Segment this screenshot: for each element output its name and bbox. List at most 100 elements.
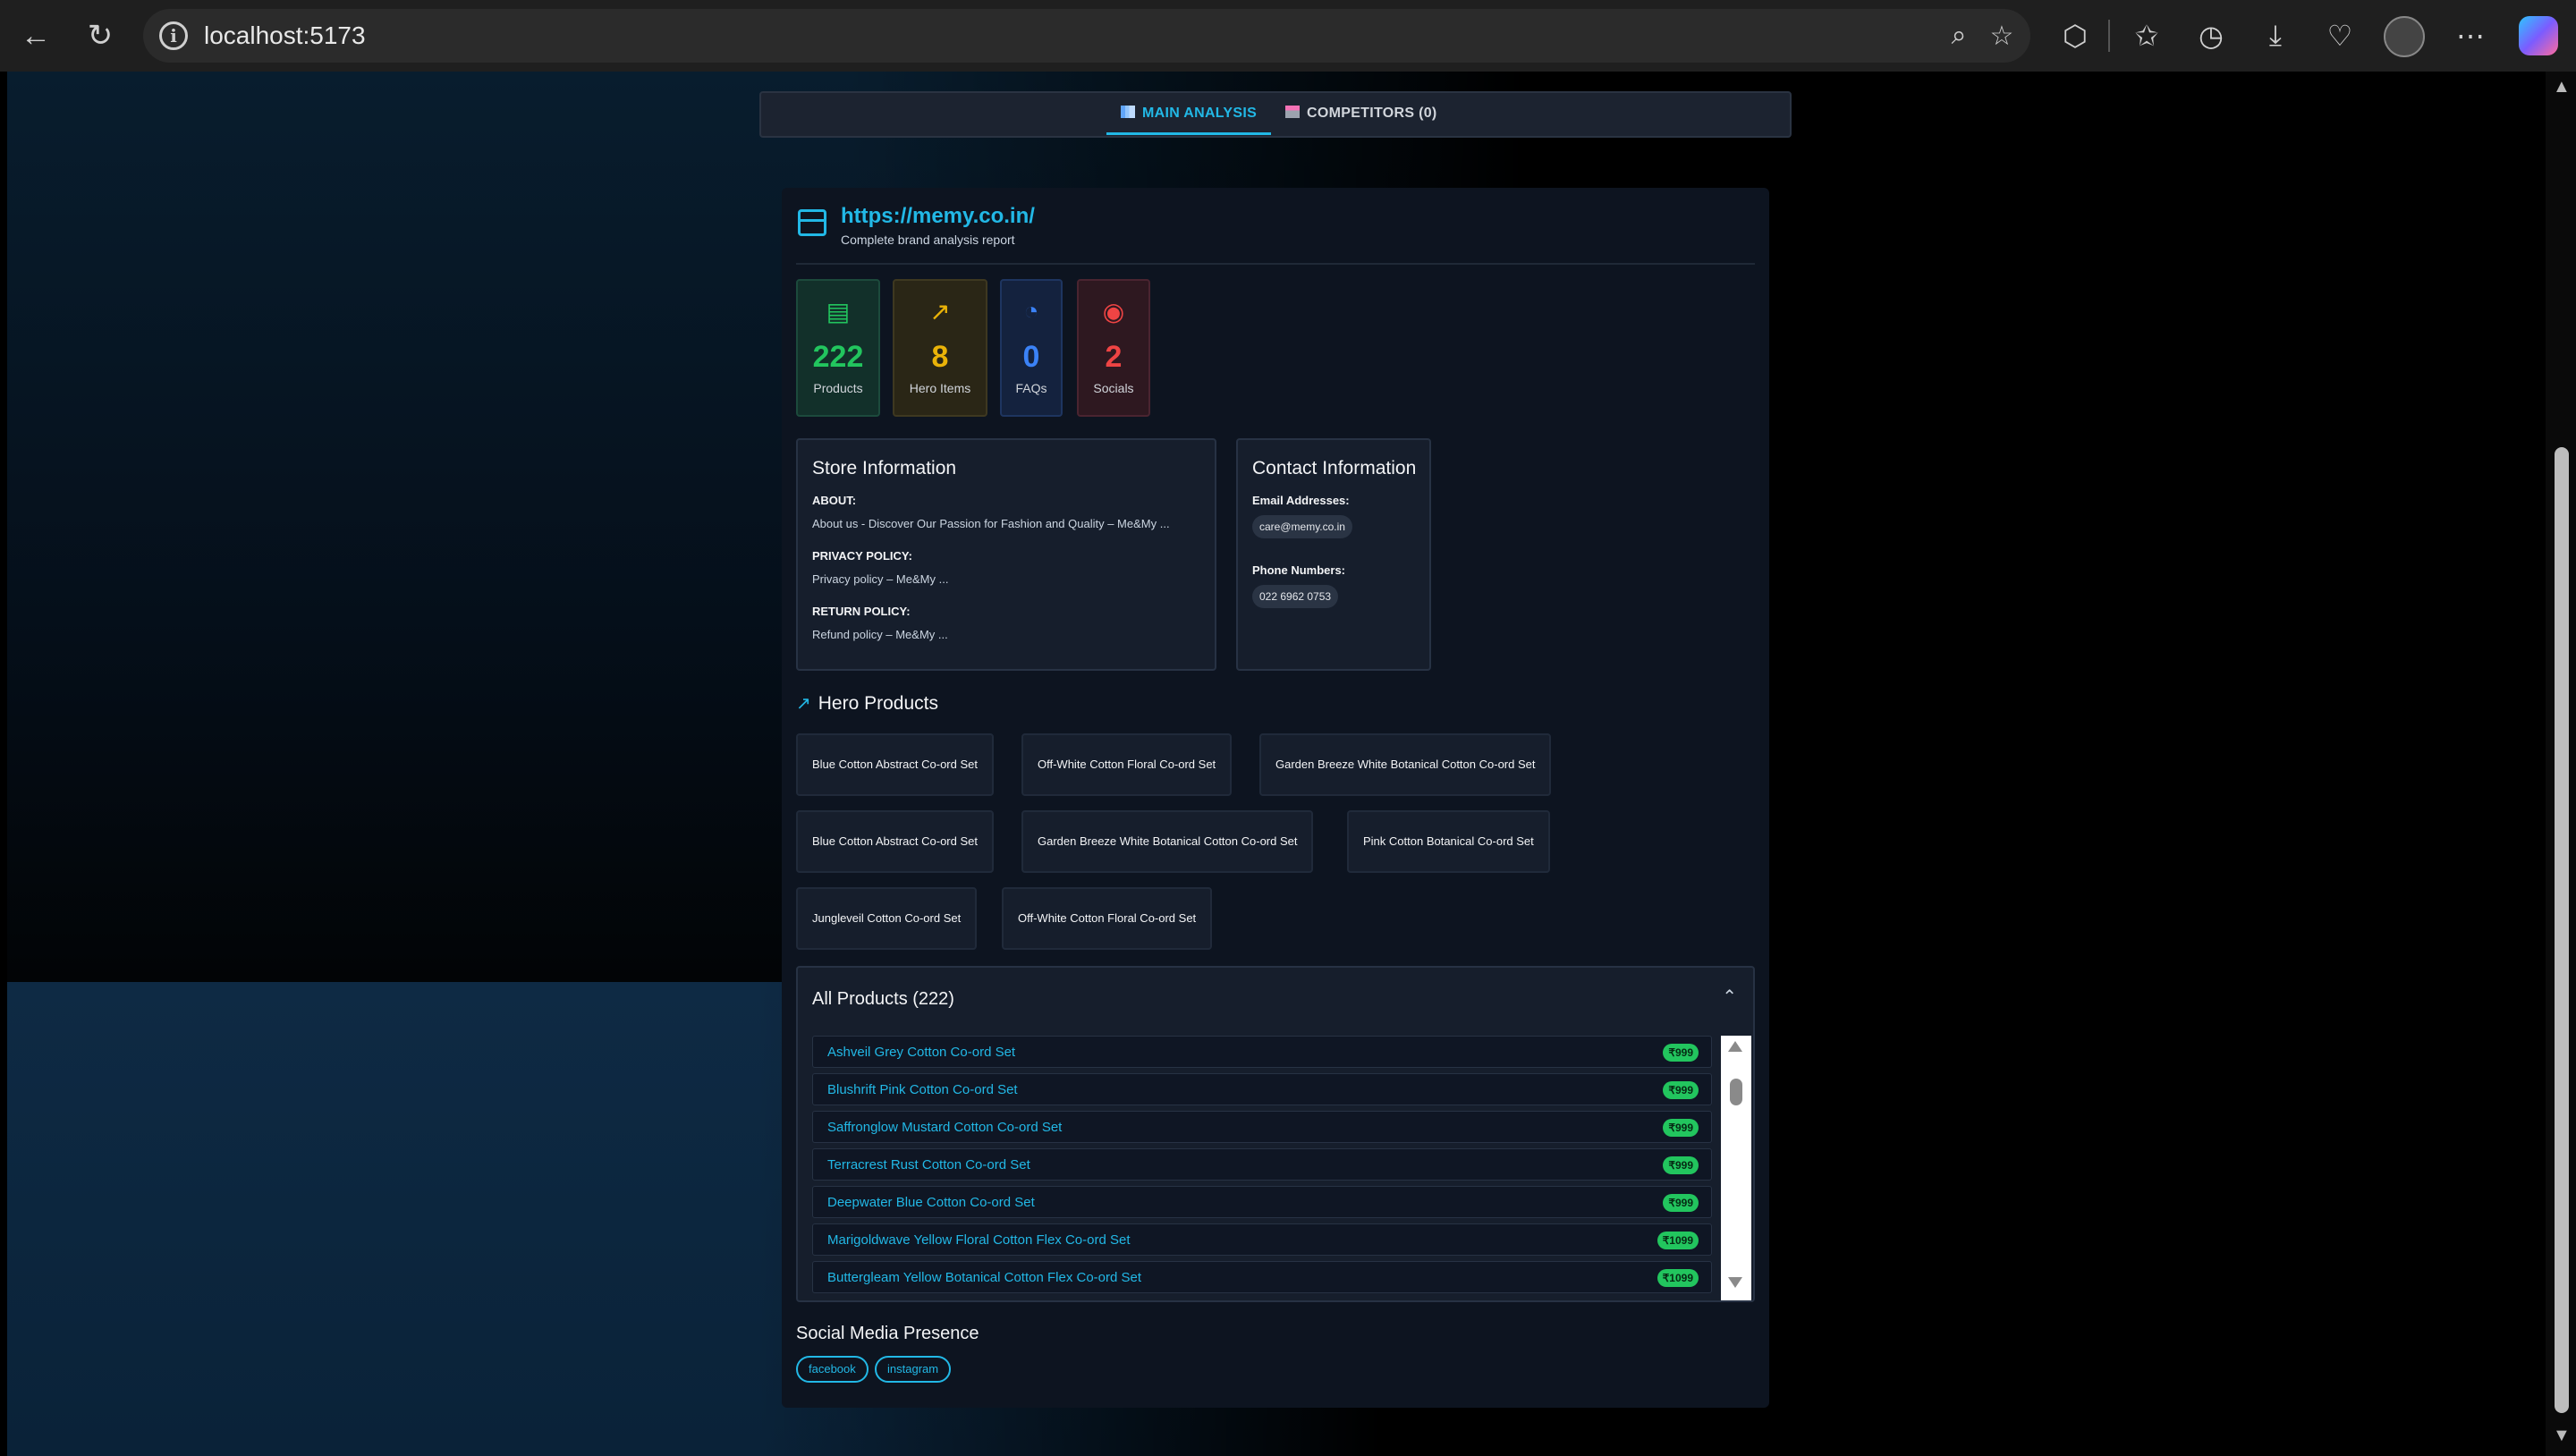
- hero-product-item[interactable]: Off-White Cotton Floral Co-ord Set: [1002, 887, 1213, 950]
- about-label: ABOUT:: [812, 494, 857, 507]
- about-value: About us - Discover Our Passion for Fash…: [812, 517, 1170, 530]
- email-pill[interactable]: care@memy.co.in: [1252, 515, 1352, 538]
- stat-value: 222: [812, 340, 864, 374]
- analysis-tabs: MAIN ANALYSIS COMPETITORS (0): [759, 91, 1792, 138]
- bar-chart-icon: ▤: [826, 298, 851, 326]
- product-row[interactable]: Ashveil Grey Cotton Co-ord Set ₹999: [812, 1036, 1712, 1068]
- store-icon: [1285, 106, 1300, 118]
- hero-product-item[interactable]: Garden Breeze White Botanical Cotton Co-…: [1259, 733, 1552, 796]
- zoom-icon[interactable]: ⌕: [1941, 18, 1977, 54]
- return-label: RETURN POLICY:: [812, 605, 911, 618]
- browser-toolbar: ← ↻ i localhost:5173 ⌕ ☆ ⬡ ✩ ◷ ⤓ ♡ ⋯: [0, 0, 2576, 72]
- product-name[interactable]: Terracrest Rust Cotton Co-ord Set: [827, 1157, 1030, 1172]
- product-name[interactable]: Ashveil Grey Cotton Co-ord Set: [827, 1045, 1015, 1060]
- site-info-icon[interactable]: i: [159, 21, 188, 50]
- hero-product-item[interactable]: Pink Cotton Botanical Co-ord Set: [1347, 810, 1550, 873]
- stat-card-hero-items: ↗ 8 Hero Items: [893, 279, 987, 417]
- store-information-card: Store Information ABOUT: About us - Disc…: [796, 438, 1216, 671]
- eye-icon: ◉: [1102, 298, 1125, 326]
- speedometer-icon: ◔: [1023, 297, 1039, 325]
- product-row[interactable]: Blushrift Pink Cotton Co-ord Set ₹999: [812, 1073, 1712, 1105]
- contact-information-card: Contact Information Email Addresses: car…: [1236, 438, 1431, 671]
- card-title: Store Information: [812, 458, 957, 478]
- hero-product-item[interactable]: Garden Breeze White Botanical Cotton Co-…: [1021, 810, 1314, 873]
- favorite-star-icon[interactable]: ☆: [1984, 18, 2020, 54]
- product-name[interactable]: Marigoldwave Yellow Floral Cotton Flex C…: [827, 1232, 1131, 1248]
- browser-health-icon[interactable]: ♡: [2320, 16, 2360, 55]
- history-icon[interactable]: ◷: [2191, 16, 2231, 55]
- favorites-icon[interactable]: ✩: [2127, 16, 2166, 55]
- hero-product-item[interactable]: Off-White Cotton Floral Co-ord Set: [1021, 733, 1233, 796]
- all-products-accordion: All Products (222) ⌃ Ashveil Grey Cotton…: [796, 966, 1755, 1302]
- card-title: Contact Information: [1252, 458, 1417, 478]
- product-row[interactable]: Terracrest Rust Cotton Co-ord Set ₹999: [812, 1148, 1712, 1181]
- product-name[interactable]: Buttergleam Yellow Botanical Cotton Flex…: [827, 1270, 1141, 1285]
- back-icon[interactable]: ←: [16, 16, 55, 55]
- extensions-icon[interactable]: ⬡: [2055, 16, 2095, 55]
- stat-card-products: ▤ 222 Products: [796, 279, 880, 417]
- product-name[interactable]: Blushrift Pink Cotton Co-ord Set: [827, 1082, 1018, 1097]
- hero-product-item[interactable]: Blue Cotton Abstract Co-ord Set: [796, 810, 994, 873]
- price-badge: ₹999: [1663, 1119, 1699, 1137]
- social-tag-facebook[interactable]: facebook: [796, 1356, 869, 1383]
- stat-value: 0: [1022, 340, 1040, 374]
- chart-icon: [1121, 106, 1135, 118]
- product-row[interactable]: Deepwater Blue Cotton Co-ord Set ₹999: [812, 1186, 1712, 1218]
- price-badge: ₹999: [1663, 1081, 1699, 1099]
- all-products-title[interactable]: All Products (222): [812, 989, 954, 1010]
- stat-label: Hero Items: [909, 381, 971, 395]
- analysis-panel: https://memy.co.in/ Complete brand analy…: [782, 188, 1769, 1408]
- price-badge: ₹999: [1663, 1156, 1699, 1174]
- address-url[interactable]: localhost:5173: [204, 21, 366, 50]
- price-badge: ₹1099: [1657, 1269, 1699, 1287]
- privacy-label: PRIVACY POLICY:: [812, 549, 912, 563]
- stat-value: 8: [931, 340, 949, 374]
- product-row[interactable]: Marigoldwave Yellow Floral Cotton Flex C…: [812, 1223, 1712, 1256]
- scroll-thumb[interactable]: [1730, 1079, 1742, 1105]
- stat-card-faqs: ◔ 0 FAQs: [1000, 279, 1063, 417]
- brand-url-link[interactable]: https://memy.co.in/: [841, 204, 1035, 229]
- stat-label: Products: [813, 381, 863, 395]
- scroll-thumb[interactable]: [2555, 447, 2569, 1413]
- phone-pill[interactable]: 022 6962 0753: [1252, 585, 1339, 608]
- return-value: Refund policy – Me&My ...: [812, 628, 948, 641]
- profile-avatar[interactable]: [2384, 16, 2425, 57]
- price-badge: ₹1099: [1657, 1232, 1699, 1249]
- product-row[interactable]: Buttergleam Yellow Botanical Cotton Flex…: [812, 1261, 1712, 1293]
- downloads-icon[interactable]: ⤓: [2256, 16, 2295, 55]
- stat-label: FAQs: [1015, 381, 1047, 395]
- chevron-up-icon[interactable]: ⌃: [1722, 986, 1737, 1008]
- copilot-icon[interactable]: [2519, 16, 2558, 55]
- address-bar[interactable]: i localhost:5173 ⌕ ☆: [143, 9, 2030, 63]
- phone-label: Phone Numbers:: [1252, 563, 1346, 577]
- more-menu-icon[interactable]: ⋯: [2451, 16, 2490, 55]
- product-name[interactable]: Deepwater Blue Cotton Co-ord Set: [827, 1195, 1035, 1210]
- trending-up-icon: ↗: [929, 298, 951, 326]
- toolbar-divider: [2108, 20, 2110, 52]
- tab-main-analysis[interactable]: MAIN ANALYSIS: [1106, 106, 1272, 135]
- hero-products-heading: ↗ Hero Products: [796, 693, 938, 714]
- product-list[interactable]: Ashveil Grey Cotton Co-ord Set ₹999 Blus…: [812, 1036, 1712, 1300]
- trending-up-icon: ↗: [796, 694, 811, 714]
- stat-value: 2: [1105, 340, 1123, 374]
- brand-subtitle: Complete brand analysis report: [841, 233, 1015, 247]
- scroll-up-icon[interactable]: [1728, 1041, 1742, 1052]
- product-list-scrollbar[interactable]: [1721, 1036, 1751, 1300]
- privacy-value: Privacy policy – Me&My ...: [812, 572, 949, 586]
- reload-icon[interactable]: ↻: [80, 16, 120, 55]
- storefront-icon: [798, 209, 826, 236]
- scroll-down-icon[interactable]: ▼: [2553, 1426, 2571, 1446]
- social-media-heading: Social Media Presence: [796, 1324, 979, 1343]
- hero-product-item[interactable]: Jungleveil Cotton Co-ord Set: [796, 887, 978, 950]
- hero-product-item[interactable]: Blue Cotton Abstract Co-ord Set: [796, 733, 994, 796]
- scroll-down-icon[interactable]: [1728, 1277, 1742, 1288]
- tab-competitors[interactable]: COMPETITORS (0): [1285, 106, 1437, 122]
- scroll-up-icon[interactable]: ▲: [2553, 77, 2571, 97]
- social-tag-instagram[interactable]: instagram: [875, 1356, 952, 1383]
- stat-label: Socials: [1093, 381, 1134, 395]
- product-name[interactable]: Saffronglow Mustard Cotton Co-ord Set: [827, 1120, 1062, 1135]
- email-label: Email Addresses:: [1252, 494, 1350, 507]
- page-scrollbar[interactable]: ▲ ▼: [2546, 72, 2576, 1456]
- product-row[interactable]: Saffronglow Mustard Cotton Co-ord Set ₹9…: [812, 1111, 1712, 1143]
- stat-card-socials: ◉ 2 Socials: [1077, 279, 1150, 417]
